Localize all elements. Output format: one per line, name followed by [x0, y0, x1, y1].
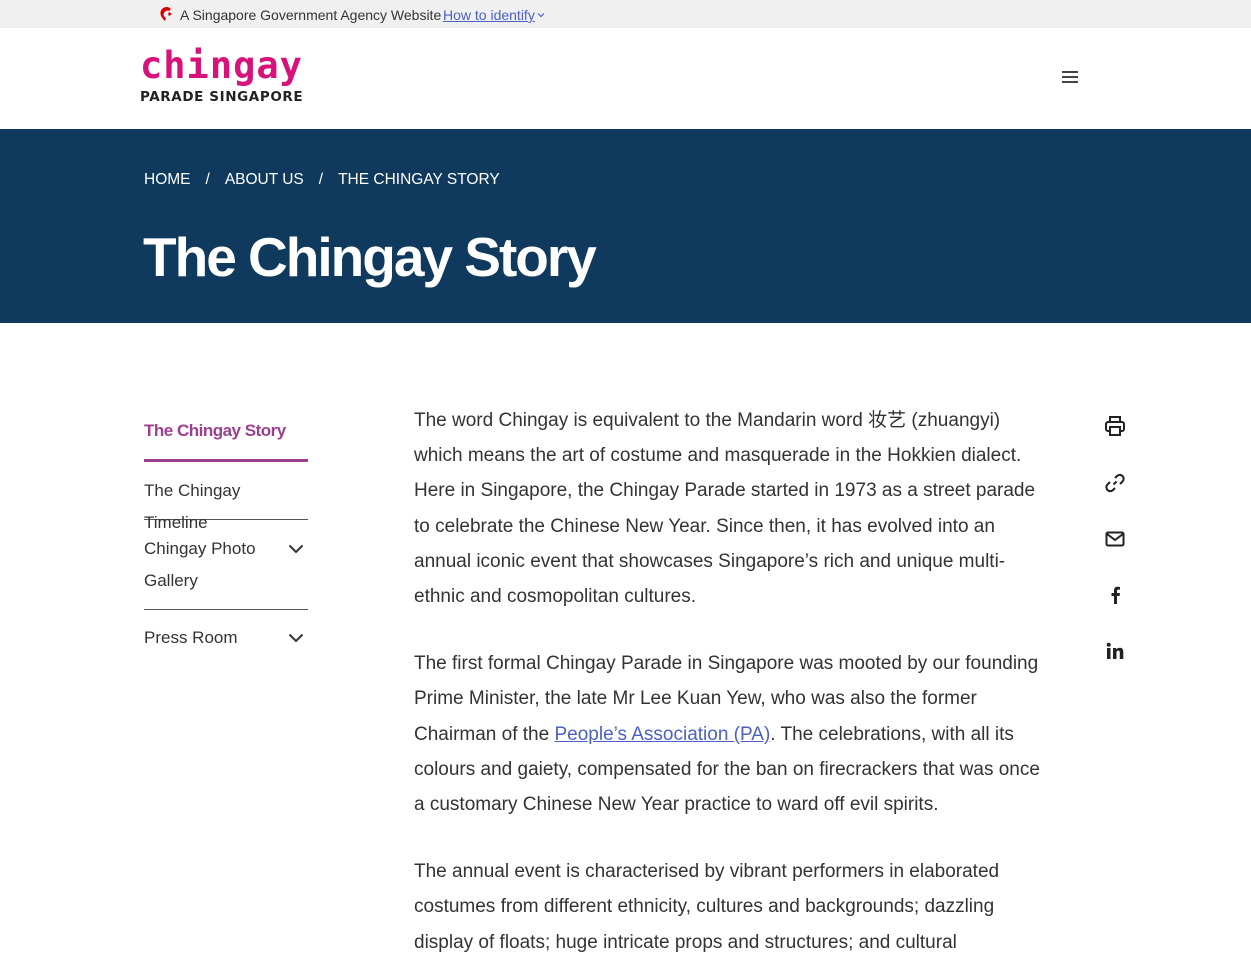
- breadcrumb-about-us[interactable]: ABOUT US: [225, 171, 304, 188]
- hamburger-line: [1062, 81, 1078, 83]
- print-icon: [1105, 416, 1125, 436]
- hamburger-line: [1062, 71, 1078, 73]
- breadcrumb: HOME / ABOUT US / THE CHINGAY STORY: [144, 171, 500, 189]
- sidenav-label: Press Room: [144, 628, 238, 647]
- chevron-down-icon: [537, 13, 545, 18]
- breadcrumb-separator: /: [318, 171, 324, 188]
- facebook-icon: [1111, 586, 1120, 604]
- peoples-association-link[interactable]: People’s Association (PA): [554, 724, 770, 745]
- hero-banner: HOME / ABOUT US / THE CHINGAY STORY The Chin…: [0, 129, 1251, 323]
- article-content: The word Chingay is equivalent to the Ma…: [414, 403, 1049, 962]
- breadcrumb-home[interactable]: HOME: [144, 171, 191, 188]
- article-paragraph: The first formal Chingay Parade in Singa…: [414, 646, 1049, 822]
- breadcrumb-separator: /: [205, 171, 210, 188]
- email-icon: [1105, 531, 1125, 547]
- copy-link-button[interactable]: [1101, 469, 1129, 497]
- linkedin-icon: [1106, 642, 1124, 659]
- how-to-identify-label: How to identify: [443, 7, 535, 23]
- article-paragraph: The annual event is characterised by vib…: [414, 861, 1000, 953]
- sidenav-label: The Chingay Story: [144, 421, 286, 440]
- chevron-down-icon[interactable]: [288, 544, 304, 554]
- sidenav-item-chingay-timeline[interactable]: The Chingay Timeline: [144, 462, 308, 532]
- breadcrumb-chingay-story[interactable]: THE CHINGAY STORY: [338, 171, 500, 188]
- gov-agency-text: A Singapore Government Agency Website: [180, 7, 442, 23]
- print-button[interactable]: [1101, 412, 1129, 440]
- logo-subtitle: PARADE SINGAPORE: [140, 89, 304, 105]
- hamburger-menu-button[interactable]: [1058, 67, 1082, 87]
- site-header: chingay PARADE SINGAPORE: [0, 28, 1251, 129]
- chingay-logo[interactable]: chingay PARADE SINGAPORE: [140, 46, 303, 108]
- how-to-identify-link[interactable]: How to identify: [443, 7, 545, 23]
- chevron-down-icon[interactable]: [288, 633, 304, 643]
- linkedin-share-button[interactable]: [1101, 637, 1129, 665]
- email-share-button[interactable]: [1101, 525, 1129, 553]
- facebook-share-button[interactable]: [1101, 581, 1129, 609]
- link-icon: [1105, 473, 1125, 493]
- sidenav-item-photo-gallery[interactable]: Chingay Photo Gallery: [144, 520, 308, 610]
- gov-masthead: A Singapore Government Agency Website Ho…: [0, 0, 1251, 28]
- lion-head-icon: [160, 7, 172, 21]
- sidenav-item-press-room[interactable]: Press Room: [144, 610, 308, 668]
- logo-wordmark: chingay: [140, 44, 303, 87]
- page-title: The Chingay Story: [143, 226, 597, 288]
- article-paragraph: The word Chingay is equivalent to the Ma…: [414, 410, 1036, 608]
- sidenav-label: Chingay Photo Gallery: [144, 539, 256, 590]
- hamburger-line: [1062, 76, 1078, 78]
- sidenav-item-chingay-story[interactable]: The Chingay Story: [144, 406, 308, 462]
- side-navigation: The Chingay Story The Chingay Timeline C…: [144, 406, 308, 668]
